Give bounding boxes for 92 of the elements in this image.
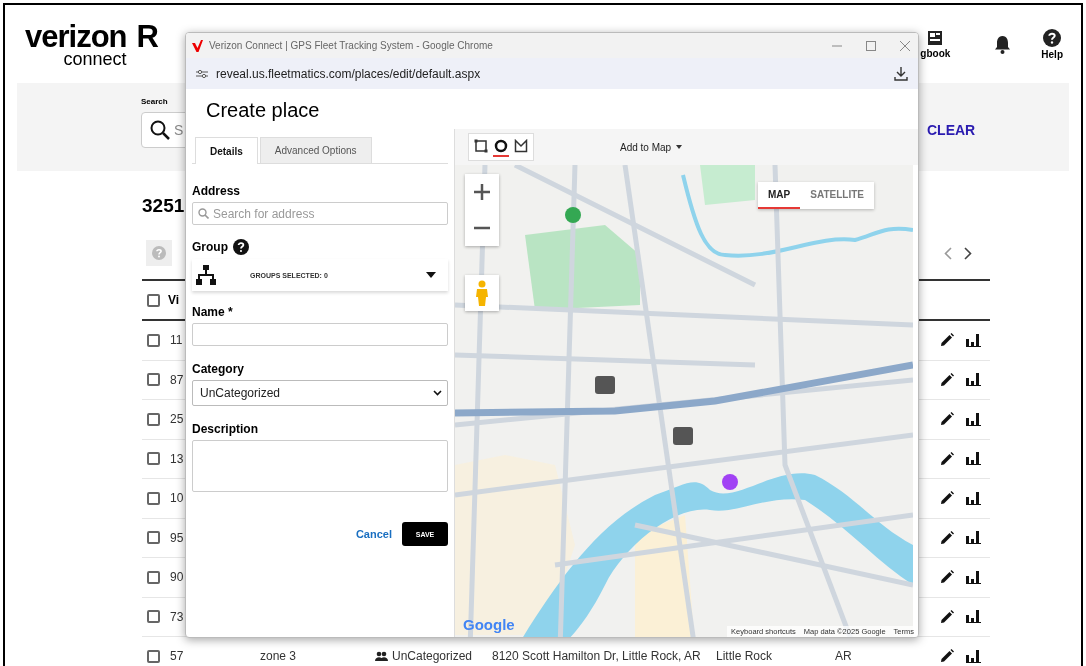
table-cell: 90 <box>170 570 184 585</box>
pencil-icon[interactable] <box>940 530 954 545</box>
bar-chart-icon[interactable] <box>966 570 981 584</box>
app-title: R <box>136 19 159 55</box>
group-label: Group <box>192 240 228 254</box>
description-label: Description <box>192 422 259 436</box>
logbook-icon[interactable] <box>927 29 944 46</box>
help-label[interactable]: Help <box>1041 48 1063 60</box>
plus-icon <box>474 184 490 200</box>
dialog-heading: Create place <box>205 98 321 123</box>
row-checkbox[interactable] <box>147 649 160 663</box>
table-cell: Little Rock <box>716 649 773 664</box>
close-icon[interactable] <box>900 40 910 51</box>
bar-chart-icon[interactable] <box>966 452 981 466</box>
checkmark-logo-icon <box>192 39 203 52</box>
bell-icon[interactable] <box>994 34 1012 54</box>
row-checkbox[interactable] <box>147 373 160 387</box>
caret-icon <box>676 145 683 149</box>
pencil-icon[interactable] <box>940 609 954 624</box>
pencil-icon[interactable] <box>940 372 954 387</box>
logo-wordmark: verizon <box>25 20 127 52</box>
pegman-icon <box>475 280 489 306</box>
chevron-down-icon <box>433 390 442 396</box>
pencil-icon[interactable] <box>940 491 954 506</box>
table-cell: 25 <box>170 412 184 427</box>
help-icon[interactable] <box>1043 28 1062 47</box>
maximize-icon[interactable] <box>866 40 876 51</box>
cancel-link[interactable]: Cancel <box>355 528 392 540</box>
dropdown-caret-icon <box>426 272 436 278</box>
map-type-tab[interactable]: MAP <box>758 182 801 209</box>
form-tab[interactable]: Advanced Options <box>259 137 372 163</box>
name-field[interactable] <box>192 323 448 346</box>
bar-chart-icon[interactable] <box>966 373 981 387</box>
description-field[interactable] <box>192 440 448 492</box>
clear-button[interactable]: CLEAR <box>927 122 976 138</box>
address-bar-url[interactable]: reveal.us.fleetmatics.com/places/edit/default.aspx <box>216 66 481 81</box>
table-cell: AR <box>835 649 852 664</box>
pencil-icon[interactable] <box>940 412 954 427</box>
people-icon <box>375 651 388 662</box>
search-icon <box>150 120 170 140</box>
table-cell: 10 <box>170 491 184 506</box>
hierarchy-icon <box>196 265 216 285</box>
map-provider-logo: Google <box>463 616 515 633</box>
category-select[interactable]: UnCategorized <box>192 380 448 406</box>
table-cell: 11 <box>170 333 183 348</box>
row-checkbox[interactable] <box>147 412 160 426</box>
zoom-out-button[interactable] <box>465 210 499 246</box>
table-cell: 95 <box>170 530 184 545</box>
address-label: Address <box>192 184 242 198</box>
logbook-label[interactable]: gbook <box>920 47 951 59</box>
name-label: Name * <box>192 305 234 319</box>
window-title: Verizon Connect | GPS Fleet Tracking System - Google Chrome <box>209 40 493 51</box>
row-checkbox[interactable] <box>147 531 160 545</box>
pencil-icon[interactable] <box>940 649 954 664</box>
result-count: 3251 <box>142 195 185 217</box>
row-checkbox[interactable] <box>147 610 160 624</box>
row-checkbox[interactable] <box>147 452 160 466</box>
next-icon[interactable] <box>964 246 972 260</box>
add-to-map-dropdown[interactable]: Add to Map <box>620 141 683 153</box>
previous-icon[interactable] <box>944 246 952 260</box>
row-checkbox[interactable] <box>147 491 160 505</box>
map-type-tab[interactable]: SATELLITE <box>800 182 874 209</box>
bar-chart-icon[interactable] <box>966 333 981 347</box>
search-icon <box>198 208 209 219</box>
table-cell: 57 <box>170 649 184 664</box>
row-checkbox[interactable] <box>147 570 160 584</box>
bar-chart-icon[interactable] <box>966 412 981 426</box>
table-cell: zone 3 <box>260 649 297 664</box>
bar-chart-icon[interactable] <box>966 531 981 545</box>
table-cell: 8120 Scott Hamilton Dr, Little Rock, AR <box>492 649 701 664</box>
circle-tool-button[interactable] <box>493 137 509 157</box>
table-cell: 73 <box>170 609 184 624</box>
column-header[interactable]: Vi <box>168 293 180 307</box>
row-checkbox[interactable] <box>147 333 160 347</box>
pencil-icon[interactable] <box>940 570 954 585</box>
pencil-icon[interactable] <box>940 333 954 348</box>
pencil-icon[interactable] <box>940 451 954 466</box>
bar-chart-icon[interactable] <box>966 491 981 505</box>
search-label: Search <box>141 97 169 106</box>
bar-chart-icon[interactable] <box>966 649 981 663</box>
help-icon[interactable] <box>233 239 249 255</box>
zoom-in-button[interactable] <box>465 174 499 210</box>
table-cell: 13 <box>170 451 184 466</box>
table-cell: UnCategorized <box>392 649 473 664</box>
category-label: Category <box>192 362 245 376</box>
site-settings-icon[interactable] <box>196 68 208 79</box>
logo-subtitle: connect <box>63 49 127 68</box>
bar-chart-icon[interactable] <box>966 610 981 624</box>
table-cell: 87 <box>170 372 184 387</box>
download-icon[interactable] <box>894 66 908 81</box>
form-tab[interactable]: Details <box>195 137 258 164</box>
select-all-checkbox[interactable] <box>147 293 160 307</box>
